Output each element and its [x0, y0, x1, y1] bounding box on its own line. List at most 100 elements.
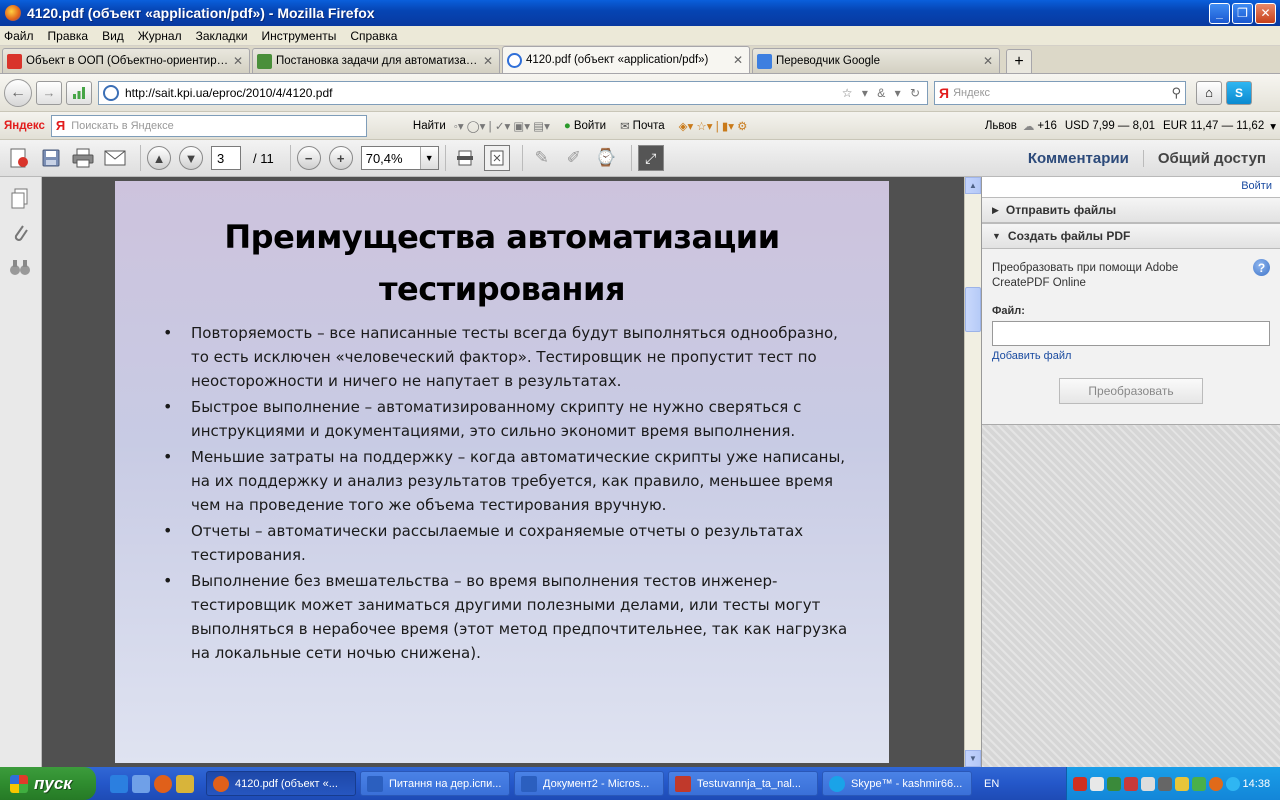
email-icon[interactable]: [102, 145, 128, 171]
taskbar-item-archive[interactable]: Testuvannja_ta_nal...: [668, 771, 818, 796]
menu-history[interactable]: Журнал: [138, 29, 182, 43]
mail-icon[interactable]: ✉: [620, 119, 630, 133]
search-box[interactable]: Я Яндекс ⚲: [934, 80, 1186, 105]
stamp-icon[interactable]: ⌚: [593, 145, 619, 171]
clock[interactable]: 14:38: [1243, 778, 1271, 790]
fit-width-icon[interactable]: [452, 145, 478, 171]
address-bar[interactable]: http://sait.kpi.ua/eproc/2010/4/4120.pdf…: [98, 80, 928, 105]
zoom-select[interactable]: 70,4% ▼: [360, 146, 439, 170]
send-files-section[interactable]: ▶ Отправить файлы: [982, 197, 1280, 223]
menu-bookmarks[interactable]: Закладки: [196, 29, 248, 43]
create-pdf-icon[interactable]: [6, 145, 32, 171]
yandex-search-input[interactable]: Я Поискать в Яндексе: [50, 114, 367, 137]
taskbar-item-firefox[interactable]: 4120.pdf (объект «...: [206, 771, 356, 796]
tab-translate[interactable]: Переводчик Google ✕: [752, 48, 1000, 73]
tray-app-icon[interactable]: [1123, 776, 1138, 791]
tray-messenger-icon[interactable]: [1225, 776, 1240, 791]
tray-shield-icon[interactable]: [1174, 776, 1189, 791]
firefox-quick-icon[interactable]: [154, 774, 172, 793]
app-quick-icon[interactable]: [176, 774, 194, 793]
weather-temp[interactable]: +16: [1037, 120, 1057, 132]
url-actions-icon[interactable]: ☆ ▾ & ▾ ↻: [842, 86, 923, 100]
url-text[interactable]: http://sait.kpi.ua/eproc/2010/4/4120.pdf: [125, 86, 842, 100]
taskbar-item-word-1[interactable]: Питання на дер.іспи...: [360, 771, 510, 796]
weather-city[interactable]: Львов: [985, 120, 1017, 132]
search-icon[interactable]: ⚲: [1171, 85, 1181, 101]
tray-display-icon[interactable]: [1157, 776, 1172, 791]
menu-view[interactable]: Вид: [102, 29, 124, 43]
taskbar-item-word-2[interactable]: Документ2 - Micros...: [514, 771, 664, 796]
ie-icon[interactable]: [110, 774, 128, 793]
yandex-mail-link[interactable]: Почта: [633, 120, 665, 132]
usd-rate[interactable]: USD 7,99 — 8,01: [1065, 120, 1155, 132]
tab-pdf[interactable]: 4120.pdf (объект «application/pdf») ✕: [502, 46, 750, 73]
close-tab-icon[interactable]: ✕: [481, 54, 495, 68]
skype-button[interactable]: S: [1226, 80, 1252, 105]
toolbar-menu-icon[interactable]: ▾: [1270, 119, 1276, 133]
tray-volume-icon[interactable]: [1140, 776, 1155, 791]
scroll-thumb[interactable]: [965, 287, 981, 332]
panel-login-link[interactable]: Войти: [982, 177, 1280, 197]
desktop-icon[interactable]: [132, 774, 150, 793]
new-tab-button[interactable]: +: [1006, 49, 1032, 73]
attachments-icon[interactable]: [8, 221, 32, 245]
file-input[interactable]: [992, 321, 1270, 346]
menu-file[interactable]: Файл: [4, 29, 34, 43]
add-file-link[interactable]: Добавить файл: [992, 350, 1270, 362]
convert-button[interactable]: Преобразовать: [1059, 378, 1203, 404]
close-tab-icon[interactable]: ✕: [231, 54, 245, 68]
maximize-button[interactable]: ❐: [1232, 2, 1253, 24]
minimize-button[interactable]: _: [1209, 2, 1230, 24]
eur-rate[interactable]: EUR 11,47 — 11,62: [1163, 120, 1264, 132]
comments-button[interactable]: Комментарии: [1014, 149, 1144, 167]
home-button[interactable]: ⌂: [1196, 80, 1222, 105]
markup-icon[interactable]: ✐: [561, 145, 587, 171]
start-button[interactable]: пуск: [0, 767, 96, 800]
previous-page-button[interactable]: ▲: [147, 146, 171, 170]
close-tab-icon[interactable]: ✕: [981, 54, 995, 68]
tray-safely-remove-icon[interactable]: [1106, 776, 1121, 791]
search-binoculars-icon[interactable]: [8, 255, 32, 279]
tray-antivirus-icon[interactable]: [1073, 776, 1087, 791]
yandex-find-button[interactable]: Найти: [413, 120, 446, 132]
share-button[interactable]: Общий доступ: [1144, 150, 1280, 167]
back-button[interactable]: ←: [4, 78, 32, 107]
next-page-button[interactable]: ▼: [179, 146, 203, 170]
create-pdf-section[interactable]: ▼ Создать файлы PDF: [982, 223, 1280, 249]
yandex-bar-icon[interactable]: [66, 80, 92, 105]
yandex-tools-icon[interactable]: ◦▾ ◯▾ | ✓▾ ▣▾ ▤▾: [454, 119, 550, 133]
zoom-in-button[interactable]: +: [328, 146, 353, 170]
vertical-scrollbar[interactable]: ▲ ▼: [964, 177, 981, 767]
taskbar-item-skype[interactable]: Skype™ - kashmir66...: [822, 771, 972, 796]
scroll-up-button[interactable]: ▲: [965, 177, 981, 194]
tray-skype-icon[interactable]: [1208, 776, 1223, 791]
help-icon[interactable]: ?: [1253, 259, 1270, 276]
sign-icon[interactable]: ✎: [529, 145, 555, 171]
yandex-login-icon[interactable]: ●: [564, 120, 571, 132]
yandex-extra-icons[interactable]: ◈▾ ☆▾ | ▮▾ ⚙: [679, 119, 748, 133]
yandex-login-link[interactable]: Войти: [574, 120, 606, 132]
tab-oop[interactable]: Объект в ООП (Объектно-ориентиров... ✕: [2, 48, 250, 73]
close-button[interactable]: ✕: [1255, 2, 1276, 24]
save-icon[interactable]: [38, 145, 64, 171]
pdf-viewport[interactable]: Преимущества автоматизации тестирования …: [42, 177, 964, 767]
page-number-input[interactable]: 3: [211, 146, 241, 170]
menu-help[interactable]: Справка: [350, 29, 397, 43]
yandex-brand[interactable]: Яндекс: [4, 120, 45, 132]
fit-page-icon[interactable]: [483, 145, 510, 171]
tray-check-icon[interactable]: [1191, 776, 1206, 791]
pages-icon[interactable]: [8, 187, 32, 211]
tab-automation[interactable]: Постановка задачи для автоматизац... ✕: [252, 48, 500, 73]
menu-edit[interactable]: Правка: [48, 29, 89, 43]
close-tab-icon[interactable]: ✕: [731, 53, 745, 67]
fullscreen-icon[interactable]: ⤢: [637, 145, 664, 171]
forward-button[interactable]: →: [36, 80, 62, 105]
print-icon[interactable]: [70, 145, 96, 171]
language-indicator[interactable]: EN: [984, 778, 999, 790]
menu-tools[interactable]: Инструменты: [262, 29, 337, 43]
site-identity-icon[interactable]: [103, 84, 119, 101]
scroll-down-button[interactable]: ▼: [965, 750, 981, 767]
zoom-out-button[interactable]: −: [296, 146, 321, 170]
tray-network-icon[interactable]: [1089, 776, 1104, 791]
chevron-down-icon[interactable]: ▼: [419, 147, 438, 169]
